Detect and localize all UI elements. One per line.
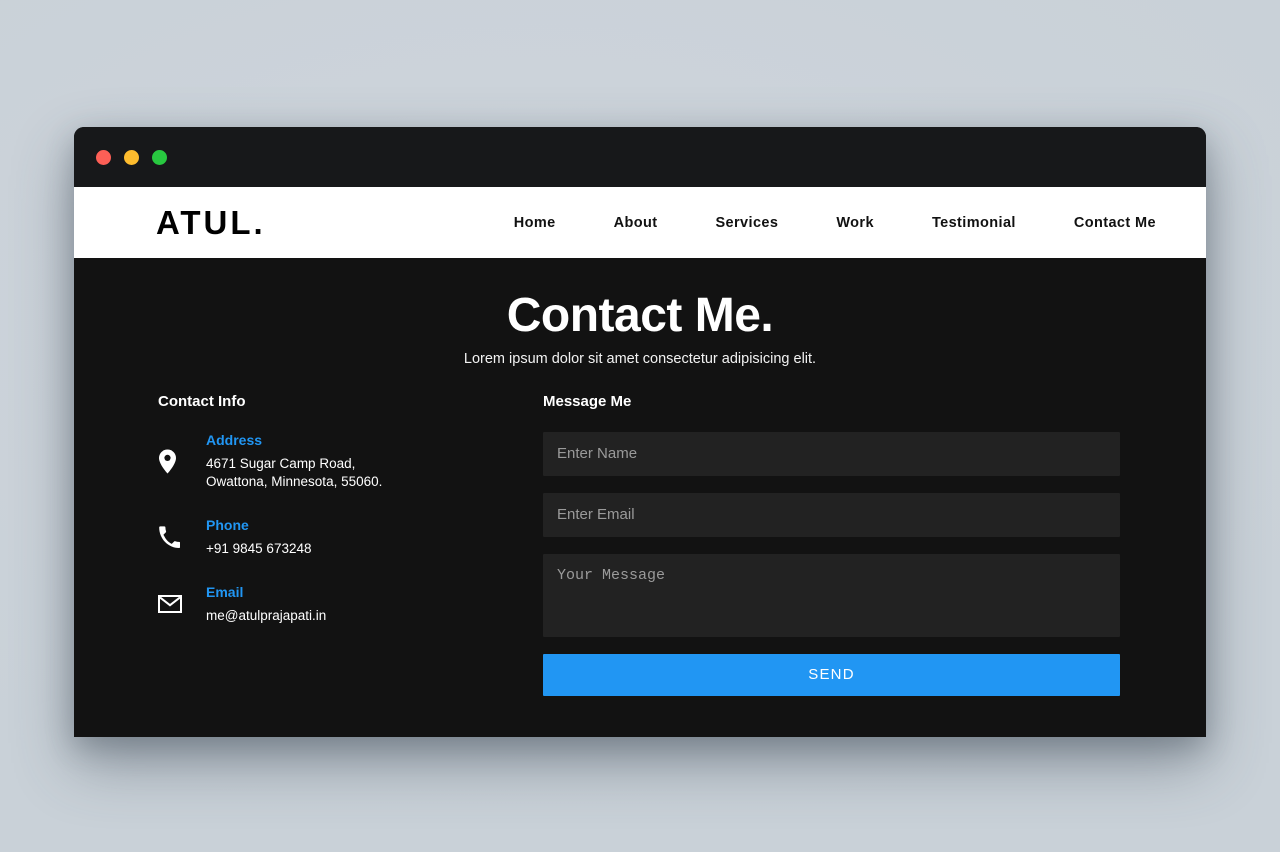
contact-info-address: Address 4671 Sugar Camp Road, Owattona, … [158,432,543,491]
nav-item-services[interactable]: Services [715,215,778,231]
contact-columns: Contact Info Address 4671 Sugar Camp Roa… [74,393,1206,696]
nav-item-home[interactable]: Home [514,215,556,231]
contact-info-phone-text: Phone +91 9845 673248 [192,517,311,558]
contact-info-heading: Contact Info [158,392,246,410]
contact-info-email-value: me@atulprajapati.in [206,607,327,623]
contact-info-address-line1: 4671 Sugar Camp Road, [206,455,356,471]
browser-title-bar [74,127,1206,187]
contact-info-phone-label: Phone [206,516,249,533]
message-form-panel: Message Me SEND [543,393,1120,696]
name-input[interactable] [543,431,1120,476]
contact-section: Contact Me. Lorem ipsum dolor sit amet c… [74,258,1206,737]
contact-info-phone: Phone +91 9845 673248 [158,517,543,558]
contact-info-address-label: Address [206,431,263,448]
contact-info-panel: Contact Info Address 4671 Sugar Camp Roa… [158,393,543,696]
message-form-heading: Message Me [543,392,632,410]
location-pin-icon [158,449,192,474]
contact-info-address-line2: Owattona, Minnesota, 55060. [206,473,383,489]
contact-info-email: Email me@atulprajapati.in [158,584,543,625]
page-subtitle: Lorem ipsum dolor sit amet consectetur a… [463,350,817,367]
site-logo[interactable]: ATUL. [156,206,266,239]
email-input[interactable] [543,492,1120,537]
nav-item-testimonial[interactable]: Testimonial [932,215,1016,231]
nav-item-about[interactable]: About [614,215,658,231]
nav-item-work[interactable]: Work [836,215,874,231]
contact-info-phone-value: +91 9845 673248 [206,540,312,556]
contact-info-email-label: Email [206,583,244,600]
nav-item-contact-me[interactable]: Contact Me [1074,215,1156,231]
close-window-button[interactable] [96,149,111,165]
maximize-window-button[interactable] [152,149,167,165]
browser-window: ATUL. Home About Services Work Testimoni… [74,127,1206,737]
contact-info-email-text: Email me@atulprajapati.in [192,584,326,625]
phone-icon [158,526,192,549]
nav-links: Home About Services Work Testimonial Con… [514,215,1156,231]
minimize-window-button[interactable] [124,149,139,165]
contact-info-address-text: Address 4671 Sugar Camp Road, Owattona, … [192,432,382,491]
message-textarea[interactable] [543,553,1120,637]
site-navbar: ATUL. Home About Services Work Testimoni… [74,187,1206,258]
page-title: Contact Me. [506,289,774,342]
send-button[interactable]: SEND [543,653,1120,696]
envelope-icon [158,595,192,614]
